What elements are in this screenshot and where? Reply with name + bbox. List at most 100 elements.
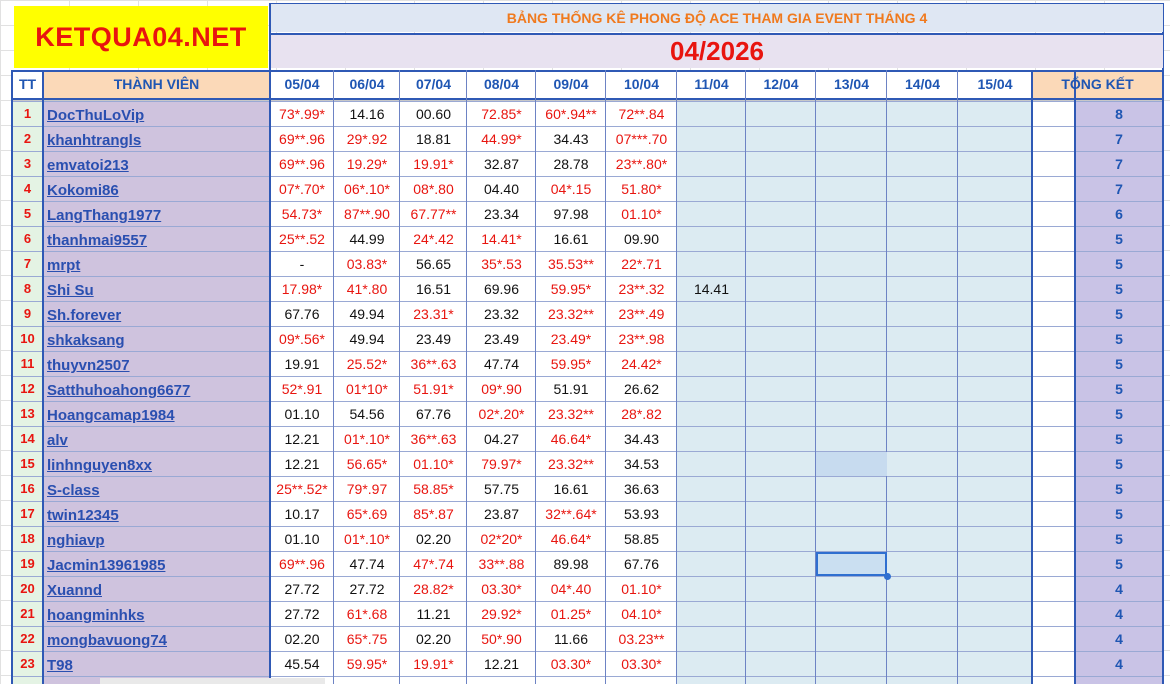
score-cell[interactable]: 72.85* — [467, 101, 536, 126]
score-cell[interactable]: 23**.80* — [606, 151, 677, 176]
score-cell[interactable]: 45.54 — [270, 651, 334, 676]
score-cell[interactable]: 87**.90 — [334, 201, 400, 226]
score-cell[interactable]: 04*.15 — [536, 176, 606, 201]
score-cell[interactable]: 07***.70 — [606, 126, 677, 151]
score-cell[interactable]: 97.98 — [536, 201, 606, 226]
score-cell[interactable]: 69**.96 — [270, 151, 334, 176]
horizontal-scrollbar[interactable] — [100, 678, 325, 684]
score-cell[interactable]: 16.61 — [536, 476, 606, 501]
score-cell[interactable]: 16.51 — [400, 276, 467, 301]
total-cell[interactable]: 5 — [1075, 276, 1163, 301]
score-cell[interactable]: 24*.42 — [400, 226, 467, 251]
score-cell[interactable]: 12.21 — [270, 451, 334, 476]
member-name-link[interactable]: LangThang1977 — [43, 203, 270, 228]
total-cell[interactable]: 5 — [1075, 226, 1163, 251]
score-cell[interactable]: 02.20 — [400, 626, 467, 651]
score-cell[interactable]: 01.10 — [270, 526, 334, 551]
score-cell[interactable]: 01*.10* — [334, 526, 400, 551]
score-cell[interactable]: 23.49* — [536, 326, 606, 351]
score-cell[interactable]: 36**.63 — [400, 351, 467, 376]
member-name-link[interactable]: S-class — [43, 478, 270, 503]
total-cell[interactable]: 5 — [1075, 301, 1163, 326]
score-cell[interactable]: 67.76 — [270, 301, 334, 326]
score-cell[interactable]: 47.74 — [334, 551, 400, 576]
score-cell[interactable]: 60*.94** — [536, 101, 606, 126]
score-cell[interactable]: 35.53** — [536, 251, 606, 276]
score-cell[interactable]: 25**.52* — [270, 476, 334, 501]
score-cell[interactable]: 18.81 — [400, 126, 467, 151]
total-cell[interactable]: 5 — [1075, 351, 1163, 376]
total-cell[interactable]: 5 — [1075, 326, 1163, 351]
score-cell[interactable]: 28.78 — [536, 151, 606, 176]
total-cell[interactable]: 5 — [1075, 551, 1163, 576]
score-cell[interactable]: 03.30* — [536, 651, 606, 676]
score-cell[interactable]: 01*10* — [334, 376, 400, 401]
score-cell[interactable]: 47.74 — [467, 351, 536, 376]
score-cell[interactable]: 04*.40 — [536, 576, 606, 601]
member-name-link[interactable]: hoangminhks — [43, 603, 270, 628]
score-cell[interactable]: 54.56 — [334, 401, 400, 426]
score-cell[interactable]: 01.10* — [606, 576, 677, 601]
total-cell[interactable]: 5 — [1075, 251, 1163, 276]
score-cell[interactable]: 72**.84 — [606, 101, 677, 126]
total-cell[interactable]: 7 — [1075, 151, 1163, 176]
score-cell[interactable]: 35*.53 — [467, 251, 536, 276]
score-cell[interactable]: 23.32 — [467, 301, 536, 326]
score-cell[interactable]: 06*.10* — [334, 176, 400, 201]
member-name-link[interactable]: Xuannd — [43, 578, 270, 603]
member-name-link[interactable]: Jacmin13961985 — [43, 553, 270, 578]
total-cell[interactable]: 5 — [1075, 401, 1163, 426]
score-cell[interactable]: 02.20 — [270, 626, 334, 651]
member-name-link[interactable]: Hoangcamap1984 — [43, 403, 270, 428]
total-cell[interactable]: 4 — [1075, 626, 1163, 651]
score-cell[interactable]: 34.43 — [606, 426, 677, 451]
score-cell[interactable]: 36.63 — [606, 476, 677, 501]
score-cell[interactable]: 08*.80 — [400, 176, 467, 201]
score-cell[interactable]: 58.85 — [606, 526, 677, 551]
score-cell[interactable]: 28.82* — [400, 576, 467, 601]
total-cell[interactable]: 5 — [1075, 501, 1163, 526]
score-cell[interactable]: 23**.49 — [606, 301, 677, 326]
score-cell[interactable]: 46.64* — [536, 526, 606, 551]
score-cell[interactable]: 23.87 — [467, 501, 536, 526]
score-cell[interactable]: 29.92* — [467, 601, 536, 626]
score-cell[interactable]: 19.91* — [400, 151, 467, 176]
score-cell[interactable]: 01.10* — [606, 201, 677, 226]
score-cell[interactable]: 32.87 — [467, 151, 536, 176]
fill-handle[interactable] — [884, 573, 891, 580]
score-cell[interactable]: 14.41 — [677, 276, 746, 301]
score-cell[interactable]: 47*.74 — [400, 551, 467, 576]
member-name-link[interactable]: Satthuhoahong6677 — [43, 378, 270, 403]
score-cell[interactable]: 16.61 — [536, 226, 606, 251]
score-cell[interactable]: 65*.69 — [334, 501, 400, 526]
score-cell[interactable]: 03.83* — [334, 251, 400, 276]
score-cell[interactable]: 01*.10* — [334, 426, 400, 451]
score-cell[interactable]: 19.91* — [400, 651, 467, 676]
score-cell[interactable]: 07*.70* — [270, 176, 334, 201]
score-cell[interactable]: 79.97* — [467, 451, 536, 476]
member-name-link[interactable]: alv — [43, 428, 270, 453]
score-cell[interactable]: 49.94 — [334, 326, 400, 351]
score-cell[interactable]: 11.66 — [536, 626, 606, 651]
score-cell[interactable]: 34.53 — [606, 451, 677, 476]
score-cell[interactable]: 56.65 — [400, 251, 467, 276]
score-cell[interactable]: 22*.71 — [606, 251, 677, 276]
score-cell[interactable]: 61*.68 — [334, 601, 400, 626]
score-cell[interactable]: 11.21 — [400, 601, 467, 626]
score-cell[interactable]: 25.52* — [334, 351, 400, 376]
member-name-link[interactable]: twin12345 — [43, 503, 270, 528]
score-cell[interactable]: 09*.90 — [467, 376, 536, 401]
score-cell[interactable]: 23**.32 — [606, 276, 677, 301]
score-cell[interactable]: 02.20 — [400, 526, 467, 551]
score-cell[interactable]: 28*.82 — [606, 401, 677, 426]
score-cell[interactable]: 69.96 — [467, 276, 536, 301]
member-name-link[interactable]: T98 — [43, 653, 270, 678]
score-cell[interactable]: 51.91* — [400, 376, 467, 401]
score-cell[interactable]: 58.85* — [400, 476, 467, 501]
score-cell[interactable]: 25**.52 — [270, 226, 334, 251]
score-cell[interactable]: 32**.64* — [536, 501, 606, 526]
score-cell[interactable]: 02*20* — [467, 526, 536, 551]
score-cell[interactable]: 23.32** — [536, 451, 606, 476]
total-cell[interactable]: 8 — [1075, 101, 1163, 126]
score-cell[interactable]: 73*.99* — [270, 101, 334, 126]
